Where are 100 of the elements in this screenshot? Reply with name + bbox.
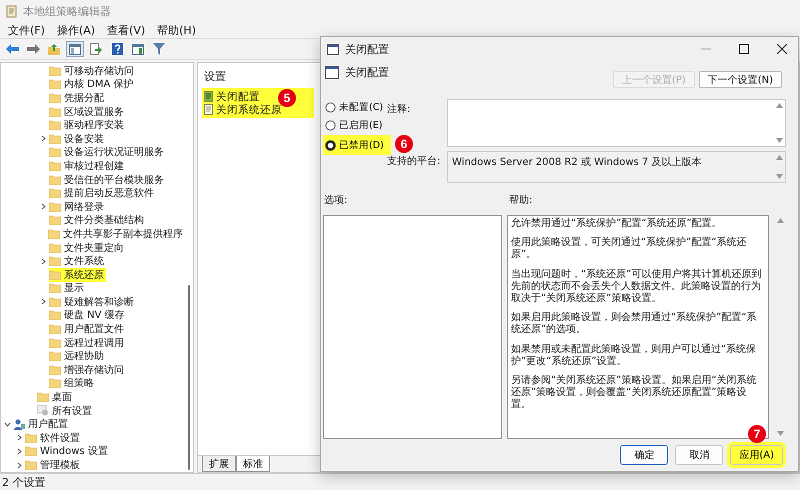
folder-icon — [49, 378, 61, 388]
toolbar-button[interactable] — [24, 41, 42, 57]
back-arrow-icon — [6, 44, 18, 54]
comment-field[interactable] — [447, 99, 786, 147]
folder-icon — [25, 432, 37, 443]
help-text: 使用此策略设置，可关闭通过“系统保护”配置“系统还原”。 — [511, 237, 748, 262]
tree-item[interactable]: 凭据分配 — [49, 90, 106, 105]
folder-icon — [49, 242, 61, 253]
tree-item[interactable]: 文件夹重定向 — [49, 240, 126, 255]
scroll-down-icon[interactable] — [776, 431, 784, 436]
tree-item[interactable]: 桌面 — [37, 390, 74, 404]
scroll-down-icon[interactable] — [776, 138, 782, 143]
folder-icon — [25, 446, 37, 456]
tree-item[interactable]: 提前启动反恶意软件 — [49, 186, 156, 200]
folder-icon — [37, 392, 49, 402]
field-label: 注释: — [387, 102, 410, 116]
tree-item[interactable]: 用户配置文件 — [49, 322, 126, 336]
menu-item[interactable]: 帮助(H) — [157, 22, 196, 38]
view-tab[interactable]: 扩展 — [202, 456, 236, 472]
toolbar-button[interactable] — [45, 41, 63, 57]
chevron-down-icon[interactable] — [4, 420, 11, 428]
scroll-down-icon[interactable] — [776, 174, 782, 179]
toolbar-button[interactable] — [129, 41, 147, 57]
chevron-right-icon[interactable] — [40, 298, 47, 306]
folder-icon — [49, 364, 61, 375]
menu-item[interactable]: 文件(F) — [8, 22, 45, 38]
tree-item[interactable]: 审核过程创建 — [49, 158, 126, 173]
minimize-icon — [701, 48, 711, 50]
window-title: 本地组策略编辑器 — [23, 4, 111, 18]
tree-item[interactable]: 所有设置 — [37, 404, 94, 418]
chevron-right-icon[interactable] — [40, 258, 47, 265]
folder-icon — [49, 147, 61, 158]
tree-item[interactable]: 硬盘 NV 缓存 — [49, 308, 127, 322]
tree-item[interactable]: 网络登录 — [49, 200, 106, 214]
tree-item[interactable]: 用户配置 — [13, 417, 70, 432]
folder-icon — [49, 174, 61, 185]
help-text: 当出现问题时，“系统还原”可以使用户将其计算机还原到先前的状态而不会丢失个人数据文件。此策略设置的行为取决于“关闭系统还原”策略设置。 — [511, 268, 762, 306]
toolbar-button[interactable] — [66, 41, 84, 57]
scroll-up-icon[interactable] — [776, 218, 784, 223]
tree-item[interactable]: 远程过程调用 — [49, 336, 126, 350]
policy-icon — [204, 104, 213, 115]
tree-item[interactable]: 显示 — [49, 281, 86, 296]
scrollbar-thumb[interactable] — [188, 285, 190, 470]
tree-item[interactable]: 内核 DMA 保护 — [49, 77, 136, 92]
state-radio[interactable]: 已启用(E) — [325, 117, 382, 133]
setting-item[interactable]: 关闭配置 — [204, 90, 260, 103]
tree-item[interactable]: 文件分类基础结构 — [49, 213, 146, 228]
menu-item[interactable]: 查看(V) — [107, 22, 146, 38]
step-badge: 6 — [395, 135, 413, 153]
toolbar-button[interactable] — [87, 41, 105, 57]
tree-item[interactable]: Windows 设置 — [25, 444, 110, 458]
nav-button[interactable]: 下一个设置(N) — [698, 71, 782, 88]
tree-item[interactable]: 疑难解答和诊断 — [49, 294, 136, 309]
maximize-icon — [739, 44, 749, 54]
tree-item[interactable]: 驱动程序安装 — [49, 118, 126, 132]
view-tab[interactable]: 标准 — [236, 456, 270, 472]
tree-item[interactable]: 文件共享影子副本提供程序 — [48, 226, 185, 241]
folder-icon — [49, 120, 61, 130]
menu-item[interactable]: 操作(A) — [56, 22, 96, 38]
setting-name: 关闭配置 — [345, 65, 389, 80]
chevron-right-icon[interactable] — [40, 135, 47, 142]
tree-item[interactable]: 受信任的平台模块服务 — [49, 172, 166, 187]
state-radio[interactable]: 已禁用(D) — [325, 137, 384, 153]
tree-item[interactable]: 软件设置 — [25, 430, 82, 445]
folder-icon — [49, 338, 61, 348]
policy-icon — [325, 66, 339, 79]
scroll-up-icon[interactable] — [776, 155, 782, 160]
dialog-button[interactable]: 确定 — [620, 445, 668, 465]
section-label: 帮助: — [509, 194, 532, 208]
chevron-right-icon[interactable] — [40, 203, 47, 210]
tree-item[interactable]: 文件系统 — [49, 254, 106, 268]
policy-icon — [204, 91, 213, 102]
field-label: 支持的平台: — [387, 154, 440, 168]
platform-field: Windows Server 2008 R2 或 Windows 7 及以上版本 — [447, 151, 786, 183]
tree-item[interactable]: 设备运行状况证明服务 — [49, 145, 166, 160]
folder-icon — [25, 460, 37, 470]
state-radio[interactable]: 未配置(C) — [325, 99, 384, 115]
tree-item[interactable]: 设备安装 — [49, 132, 106, 146]
toolbar-button[interactable] — [150, 41, 168, 57]
export-icon — [90, 43, 102, 55]
tree-item[interactable]: 系统还原 — [49, 268, 106, 282]
tree-item[interactable]: 远程协助 — [49, 349, 106, 364]
tree-item[interactable]: 增强存储访问 — [49, 362, 126, 377]
folder-up-icon — [48, 44, 60, 54]
tree-item[interactable]: 区域设置服务 — [49, 104, 126, 119]
folder-icon — [49, 160, 61, 171]
user-icon — [13, 418, 25, 430]
help-text: 如果启用此策略设置，则会禁用通过“系统保护”配置“系统还原”的选项。 — [511, 312, 758, 336]
help-icon — [112, 43, 122, 55]
panel-icon — [132, 44, 144, 54]
folder-icon — [49, 202, 61, 212]
dialog-button[interactable]: 应用(A) — [730, 445, 783, 465]
folder-icon — [49, 351, 61, 362]
tree-item[interactable]: 组策略 — [49, 376, 96, 390]
tree-item[interactable]: 可移动存储访问 — [49, 64, 136, 78]
tree-item[interactable]: 管理模板 — [25, 458, 82, 472]
scroll-up-icon[interactable] — [776, 103, 782, 108]
dialog-button[interactable]: 取消 — [675, 445, 724, 465]
folder-icon — [49, 134, 61, 144]
help-text: 如果禁用或未配置此策略设置，则用户可以通过“系统保护”更改“系统还原”设置。 — [511, 344, 758, 368]
